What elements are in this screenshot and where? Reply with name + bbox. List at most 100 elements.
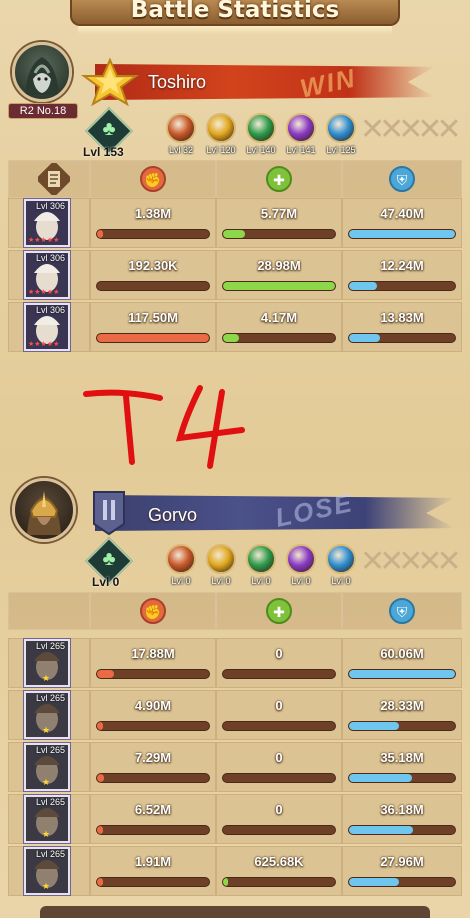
player-avatar-toshiro[interactable] xyxy=(12,42,72,102)
defense-shield-icon: ⛨ xyxy=(389,598,415,624)
hero-level: Lvl 306 xyxy=(36,201,66,211)
header-cell-hero xyxy=(8,592,90,630)
leaf-gem-icon[interactable] xyxy=(246,113,276,143)
gem-level-label: Lvl 0 xyxy=(211,576,231,586)
hero-stars: ★★★★★ xyxy=(28,289,60,296)
damage-bar xyxy=(96,825,210,835)
ice-gem-icon[interactable] xyxy=(326,113,356,143)
arcane-gem-icon[interactable] xyxy=(286,113,316,143)
defense-bar xyxy=(348,669,456,679)
defense-bar xyxy=(348,721,456,731)
defense-bar xyxy=(348,333,456,343)
defense-bar-fill xyxy=(349,670,455,678)
player-name: Gorvo xyxy=(148,505,198,525)
defense-bar xyxy=(348,773,456,783)
hero-portrait[interactable]: Lvl 265 ★ xyxy=(24,743,70,791)
hero-level: Lvl 265 xyxy=(36,849,66,859)
rank-badge: R2 No.18 xyxy=(8,103,78,119)
damage-bar-fill xyxy=(97,878,103,886)
heal-bar xyxy=(222,825,336,835)
shield-gem-icon[interactable] xyxy=(206,544,236,574)
heal-icon: ✚ xyxy=(266,166,292,192)
defense-bar-fill xyxy=(349,878,399,886)
heal-bar xyxy=(222,669,336,679)
header-decoration: ✕✕✕✕✕ xyxy=(360,113,460,146)
bottom-frame xyxy=(40,906,430,918)
hero-stars: ★ xyxy=(42,881,51,891)
defense-bar-fill xyxy=(349,774,412,782)
damage-value: 117.50M xyxy=(128,310,178,325)
damage-bar-fill xyxy=(97,826,103,834)
hero-portrait[interactable]: Lvl 265 ★ xyxy=(24,639,70,687)
gem-level-label: Lvl 140 xyxy=(246,145,276,155)
heal-bar-fill xyxy=(223,334,239,342)
damage-bar xyxy=(96,877,210,887)
hero-stars: ★★★★★ xyxy=(28,341,60,348)
scroll-stats-icon[interactable] xyxy=(38,163,70,195)
damage-fist-icon: ✊ xyxy=(140,166,166,192)
annotation-text: T4 xyxy=(162,439,164,441)
heal-value: 0 xyxy=(275,646,283,661)
heal-bar xyxy=(222,281,336,291)
defense-value: 12.24M xyxy=(380,258,424,273)
ice-gem-icon[interactable] xyxy=(326,544,356,574)
heal-bar xyxy=(222,229,336,239)
defense-value: 28.33M xyxy=(380,698,424,713)
damage-bar xyxy=(96,281,210,291)
damage-bar-fill xyxy=(97,670,114,678)
damage-bar xyxy=(96,721,210,731)
damage-bar-fill xyxy=(97,774,104,782)
damage-value: 7.29M xyxy=(134,750,172,765)
defense-bar xyxy=(348,281,456,291)
heal-bar xyxy=(222,333,336,343)
gem-level-label: Lvl 0 xyxy=(331,576,351,586)
gem-level-label: Lvl 125 xyxy=(326,145,356,155)
damage-value: 192.30K xyxy=(128,258,178,273)
hero-level: Lvl 265 xyxy=(36,745,66,755)
damage-bar xyxy=(96,333,210,343)
arcane-gem-icon[interactable] xyxy=(286,544,316,574)
win-banner xyxy=(95,64,435,100)
defense-bar-fill xyxy=(349,230,455,238)
damage-value: 1.38M xyxy=(134,206,172,221)
leaf-gem-icon[interactable] xyxy=(246,544,276,574)
hero-portrait[interactable]: Lvl 265 ★ xyxy=(24,691,70,739)
heal-icon: ✚ xyxy=(266,598,292,624)
defense-bar xyxy=(348,229,456,239)
defense-value: 27.96M xyxy=(380,854,424,869)
heal-bar xyxy=(222,773,336,783)
armored-hero-icon xyxy=(27,491,61,535)
hero-portrait[interactable]: Lvl 306 ★★★★★ xyxy=(24,199,70,247)
hero-level: Lvl 265 xyxy=(36,641,66,651)
fire-gem-icon[interactable] xyxy=(166,113,196,143)
damage-fist-icon: ✊ xyxy=(140,598,166,624)
crown-star-icon xyxy=(80,57,140,107)
hero-portrait[interactable]: Lvl 306 ★★★★★ xyxy=(24,251,70,299)
hero-stars: ★ xyxy=(42,725,51,735)
defense-value: 36.18M xyxy=(380,802,424,817)
heal-bar xyxy=(222,721,336,731)
defense-value: 60.06M xyxy=(380,646,424,661)
player-avatar-gorvo[interactable] xyxy=(12,478,76,542)
damage-bar xyxy=(96,773,210,783)
damage-value: 6.52M xyxy=(134,802,172,817)
battle-statistics-screen: Battle Statistics R2 No.18 Toshiro WIN ✕… xyxy=(0,0,470,918)
defense-bar-fill xyxy=(349,334,380,342)
damage-bar-fill xyxy=(97,334,209,342)
heal-value: 4.17M xyxy=(260,310,298,325)
hero-portrait[interactable]: Lvl 265 ★ xyxy=(24,847,70,895)
damage-value: 17.88M xyxy=(131,646,175,661)
defense-shield-icon: ⛨ xyxy=(389,166,415,192)
team-level: Lvl 153 xyxy=(83,145,124,159)
gem-level-label: Lvl 120 xyxy=(206,145,236,155)
damage-bar-fill xyxy=(97,722,103,730)
title-glow xyxy=(78,26,392,34)
hero-portrait[interactable]: Lvl 306 ★★★★★ xyxy=(24,303,70,351)
tree-icon: ♣ xyxy=(102,548,116,570)
shield-gem-icon[interactable] xyxy=(206,113,236,143)
damage-value: 4.90M xyxy=(134,698,172,713)
hero-portrait[interactable]: Lvl 265 ★ xyxy=(24,795,70,843)
fire-gem-icon[interactable] xyxy=(166,544,196,574)
heal-value: 28.98M xyxy=(257,258,301,273)
heal-value: 625.68K xyxy=(254,854,304,869)
